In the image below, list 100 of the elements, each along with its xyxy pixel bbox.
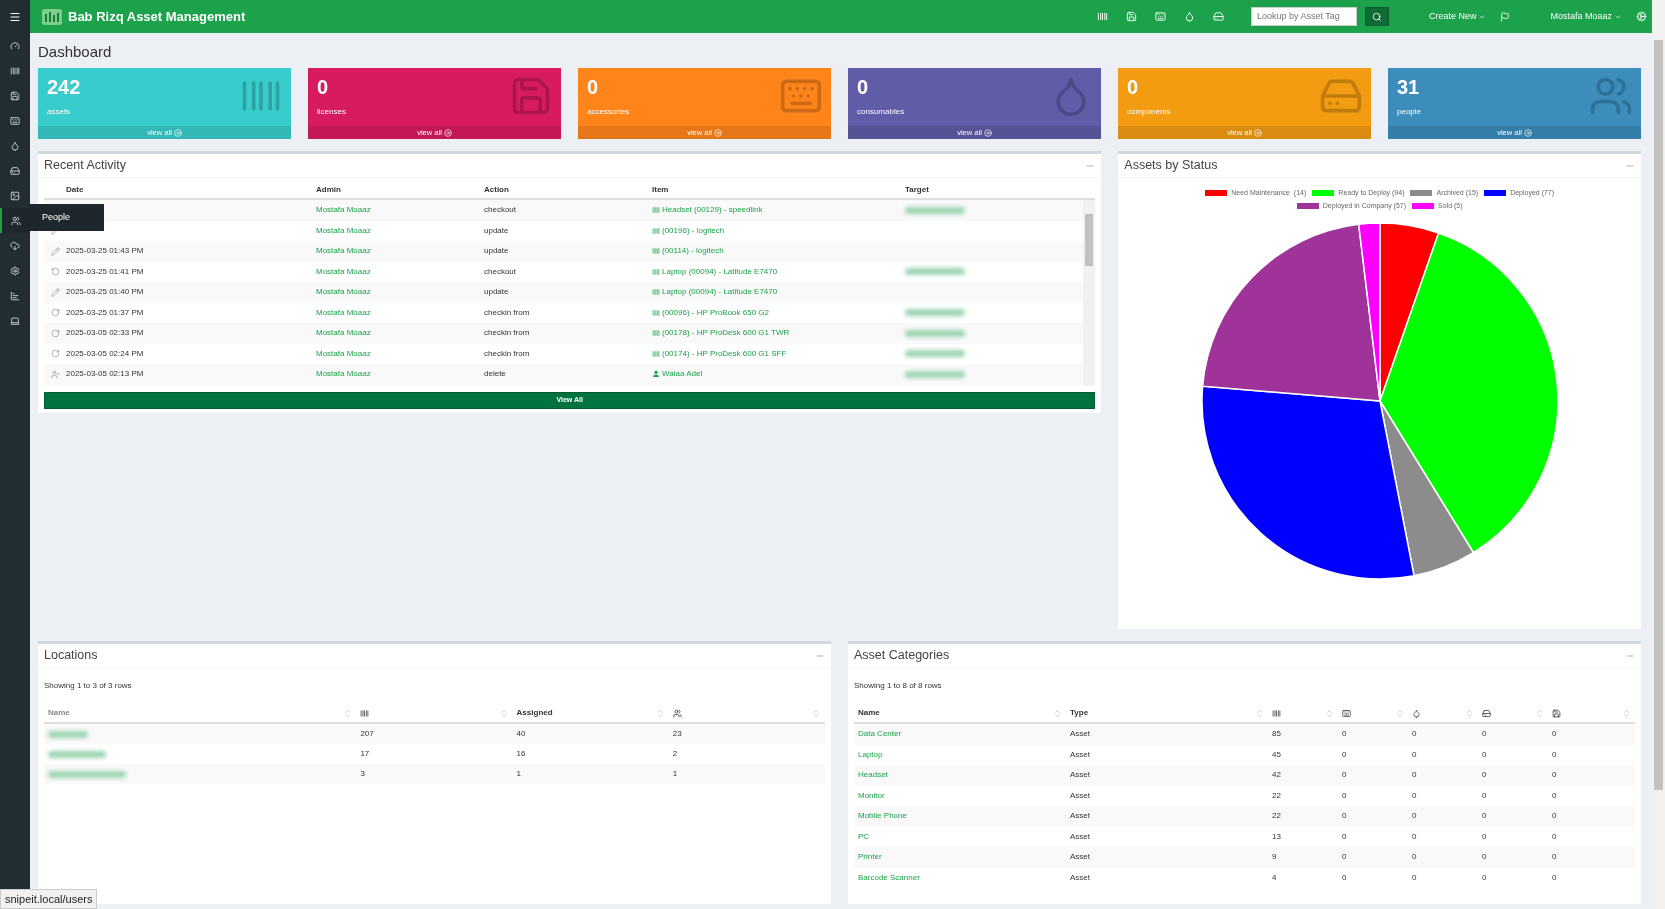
- item-link[interactable]: (00174) - HP ProDesk 600 G1 SFF: [652, 347, 787, 360]
- table-cell: Asset: [1070, 831, 1090, 841]
- table-cell: 0: [1552, 749, 1557, 759]
- table-cell: 0: [1552, 831, 1557, 841]
- table-cell: Asset: [1070, 852, 1090, 862]
- item-link[interactable]: Headset (00129) - speedlink: [652, 204, 763, 217]
- table-cell: 23: [672, 729, 682, 738]
- item-link[interactable]: (00178) - HP ProDesk 600 G1 TWR: [652, 327, 790, 340]
- item-link[interactable]: (00196) - logitech: [652, 224, 725, 237]
- category-link[interactable]: Printer: [858, 852, 882, 862]
- sort-icon[interactable]: [655, 708, 665, 718]
- table-cell: 22: [1272, 811, 1281, 821]
- table-cell: 4: [1272, 872, 1277, 882]
- table-cell: 13: [1272, 831, 1281, 841]
- table-cell: 0: [1482, 831, 1487, 841]
- panel-title: Assets by Status: [1124, 157, 1218, 175]
- category-link[interactable]: PC: [858, 831, 870, 841]
- barcode-icon: [360, 708, 370, 718]
- admin-link[interactable]: Mostafa Moaaz: [316, 347, 371, 360]
- stat-count: 31: [1397, 76, 1421, 98]
- user-menu[interactable]: Mostafa Moaaz: [1550, 9, 1622, 24]
- sort-icon[interactable]: [1465, 708, 1474, 718]
- item-link[interactable]: (00114) - logitech: [652, 245, 724, 258]
- column-header: Name: [858, 707, 880, 719]
- table-cell: 0: [1552, 790, 1557, 800]
- sort-icon[interactable]: [499, 708, 509, 718]
- rows-summary: Showing 1 to 3 of 3 rows: [44, 680, 133, 692]
- logo-icon[interactable]: [42, 8, 62, 25]
- column-header: Target: [905, 184, 930, 196]
- menu-icon[interactable]: [9, 10, 21, 23]
- redacted-text: [905, 329, 965, 337]
- table-cell: checkin from: [484, 347, 530, 360]
- stat-label: assets: [47, 106, 72, 118]
- table-cell: 0: [1482, 872, 1487, 882]
- table-cell: 40: [516, 729, 526, 738]
- drive-icon: [10, 165, 20, 176]
- search-field[interactable]: Lookup by Asset Tag: [1250, 7, 1357, 26]
- table-cell: 2025-03-05 02:33 PM: [66, 328, 144, 338]
- keyboard-icon: [1154, 11, 1166, 22]
- drive-icon: [1212, 11, 1224, 22]
- table-cell: checkout: [484, 265, 517, 278]
- table-cell: 85: [1272, 729, 1281, 739]
- redacted-text: [905, 350, 965, 358]
- table-cell: update: [484, 245, 509, 258]
- stat-label: people: [1397, 106, 1423, 118]
- admin-link[interactable]: Mostafa Moaaz: [316, 224, 371, 237]
- sort-icon[interactable]: [1622, 708, 1631, 718]
- barcode-icon: [652, 288, 660, 297]
- category-link[interactable]: Mobile Phone: [858, 811, 907, 821]
- item-link[interactable]: (00096) - HP ProBook 650 G2: [652, 306, 770, 319]
- table-cell: 0: [1552, 729, 1557, 739]
- admin-link[interactable]: Mostafa Moaaz: [316, 286, 371, 299]
- table-cell: 2025-03-25 01:40 PM: [66, 287, 144, 297]
- page-scrollbar[interactable]: [1652, 0, 1665, 909]
- admin-link[interactable]: Mostafa Moaaz: [316, 204, 371, 217]
- table-cell: 2025-03-25 01:43 PM: [66, 246, 144, 256]
- sort-icon[interactable]: [1395, 708, 1404, 718]
- edit-icon: [50, 287, 60, 297]
- category-link[interactable]: Headset: [858, 770, 888, 780]
- table-cell: 0: [1342, 729, 1347, 739]
- item-link[interactable]: Laptop (00094) - Latitude E7470: [652, 286, 778, 299]
- scrollbar[interactable]: [1083, 200, 1096, 386]
- settings-icon[interactable]: [1636, 11, 1647, 22]
- admin-link[interactable]: Mostafa Moaaz: [316, 327, 371, 340]
- category-link[interactable]: Data Center: [858, 729, 902, 739]
- item-link[interactable]: Laptop (00094) - Latitude E7470: [652, 265, 778, 278]
- flag-icon[interactable]: [1500, 11, 1511, 22]
- sort-icon[interactable]: [1053, 708, 1062, 718]
- table-cell: checkout: [484, 204, 517, 217]
- admin-link[interactable]: Mostafa Moaaz: [316, 265, 371, 278]
- table-cell: 1: [516, 769, 522, 778]
- admin-link[interactable]: Mostafa Moaaz: [316, 368, 371, 381]
- brand-title[interactable]: Bab Rizq Asset Management: [68, 6, 246, 27]
- sort-icon[interactable]: [1535, 708, 1544, 718]
- category-link[interactable]: Laptop: [858, 749, 883, 759]
- table-cell: 0: [1482, 811, 1487, 821]
- arrow-circle-icon: [713, 128, 722, 137]
- barcode-icon: [652, 267, 660, 276]
- category-link[interactable]: Barcode Scanner: [858, 872, 920, 882]
- table-cell: 0: [1412, 770, 1417, 780]
- category-link[interactable]: Monitor: [858, 790, 885, 800]
- admin-link[interactable]: Mostafa Moaaz: [316, 245, 371, 258]
- panel-title: Asset Categories: [854, 647, 950, 665]
- gauge-icon: [10, 40, 20, 51]
- sidebar-item[interactable]: [0, 208, 30, 233]
- table-cell: 9: [1272, 852, 1277, 862]
- redacted-text: [905, 370, 965, 378]
- item-link[interactable]: Walaa Adel: [652, 368, 703, 381]
- tooltip: People: [30, 204, 104, 231]
- checkin-icon: [50, 349, 60, 359]
- table-cell: update: [484, 224, 509, 237]
- sort-icon[interactable]: [343, 708, 353, 718]
- table-cell: checkin from: [484, 306, 530, 319]
- redacted-text: [905, 309, 965, 317]
- sort-icon[interactable]: [1255, 708, 1264, 718]
- search-button[interactable]: [1364, 7, 1389, 26]
- sort-icon[interactable]: [1325, 708, 1334, 718]
- sort-icon[interactable]: [812, 708, 821, 718]
- create-new-menu[interactable]: Create New: [1428, 9, 1487, 24]
- admin-link[interactable]: Mostafa Moaaz: [316, 306, 371, 319]
